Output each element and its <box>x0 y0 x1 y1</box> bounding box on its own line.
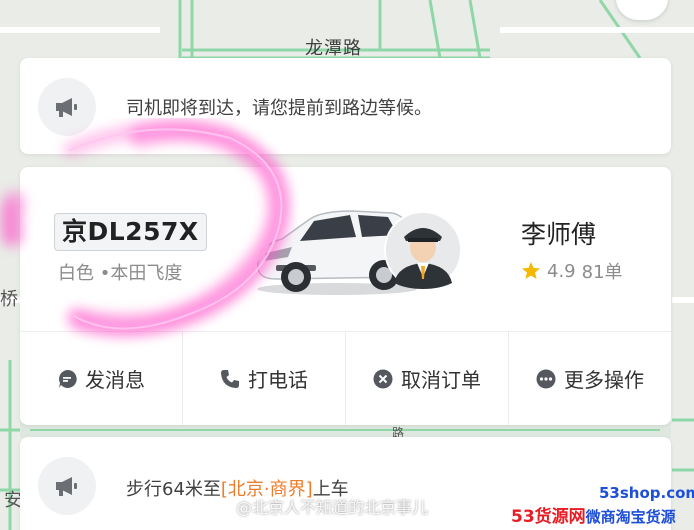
driver-name: 李师傅 <box>521 220 597 249</box>
action-bar: 发消息 打电话 取消订单 更多操作 <box>20 332 671 425</box>
order-count: 81单 <box>581 262 623 283</box>
call-driver-label: 打电话 <box>248 368 308 392</box>
brand-blue: 微商淘宝货源 <box>585 508 676 526</box>
cancel-icon <box>373 369 393 388</box>
more-actions-label: 更多操作 <box>564 368 644 392</box>
weibo-watermark: @北京人不知道的北京事儿 <box>236 498 429 517</box>
site-watermark: 53shop.com <box>599 484 694 502</box>
send-message-label: 发消息 <box>85 368 145 392</box>
call-driver-button[interactable]: 打电话 <box>183 332 346 425</box>
message-icon <box>59 369 77 388</box>
star-icon <box>522 262 540 279</box>
send-message-button[interactable]: 发消息 <box>20 332 183 425</box>
driver-avatar <box>384 211 462 289</box>
brand-watermark: 53货源网微商淘宝货源 <box>511 502 676 527</box>
walk-prefix: 步行64米至 <box>126 479 221 500</box>
cancel-order-label: 取消订单 <box>401 368 481 392</box>
notice-text: 司机即将到达，请您提前到路边等候。 <box>126 98 432 119</box>
license-plate: 京DL257X <box>54 213 207 251</box>
more-actions-button[interactable]: 更多操作 <box>509 332 671 425</box>
megaphone-icon <box>38 457 96 515</box>
road-label: 龙潭路 <box>305 38 362 59</box>
driver-arriving-notice: 司机即将到达，请您提前到路边等候。 <box>20 58 671 154</box>
brand-red: 53货源网 <box>511 507 586 527</box>
megaphone-icon <box>38 78 96 136</box>
map-label-edge: 桥 <box>0 289 18 310</box>
rating-score: 4.9 <box>547 260 576 282</box>
driver-info-card: 京DL257X 白色 •本田飞度 李师傅 4.9 81单 发消息 打电话 取消订… <box>20 167 671 425</box>
phone-icon <box>221 369 239 388</box>
car-description: 白色 •本田飞度 <box>58 263 183 284</box>
more-icon <box>536 369 556 388</box>
cancel-order-button[interactable]: 取消订单 <box>346 332 509 425</box>
driver-rating: 4.9 81单 <box>521 258 623 284</box>
